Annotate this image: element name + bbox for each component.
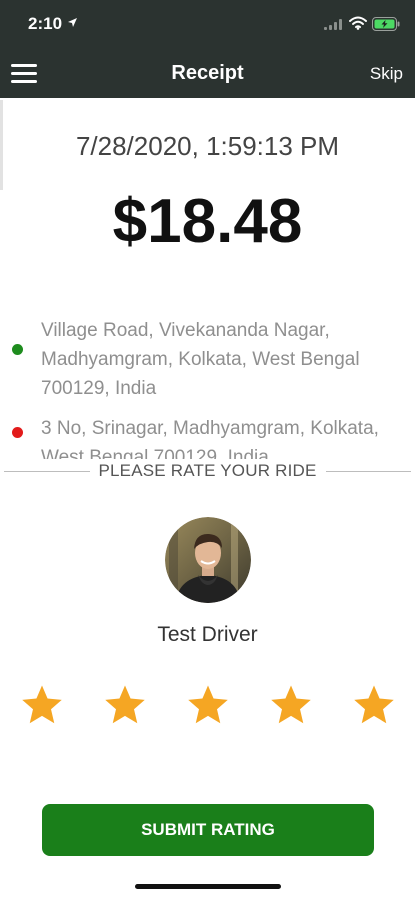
star-icon[interactable] [102,682,148,728]
rate-ride-divider: PLEASE RATE YOUR RIDE [0,459,415,485]
battery-charging-icon [372,17,400,31]
star-icon[interactable] [351,682,397,728]
driver-name: Test Driver [157,623,258,646]
star-icon[interactable] [268,682,314,728]
pickup-address: Village Road, Vivekananda Nagar, Madhyam… [41,320,360,399]
home-indicator [135,884,281,889]
skip-button[interactable]: Skip [370,64,403,84]
star-rating [0,682,415,732]
cellular-signal-icon [324,19,342,30]
star-icon[interactable] [185,682,231,728]
wifi-icon [349,16,367,30]
trip-datetime: 7/28/2020, 1:59:13 PM [75,131,340,161]
driver-avatar [165,517,251,603]
star-icon[interactable] [19,682,65,728]
receipt-screen: 2:10 Receipt Skip 7/28/2020, 1:59:13 PM … [0,0,415,900]
dropoff-dot-icon [12,427,23,438]
submit-rating-button[interactable]: SUBMIT RATING [42,804,374,856]
location-arrow-icon [68,18,77,27]
trip-amount: $18.48 [112,187,303,256]
app-header: 2:10 Receipt Skip [0,0,415,98]
dropoff-address: 3 No, Srinagar, Madhyamgram, Kolkata, We… [41,418,379,462]
rate-ride-prompt: PLEASE RATE YOUR RIDE [98,461,317,480]
trip-addresses: Village Road, Vivekananda Nagar, Madhyam… [0,316,415,462]
status-time: 2:10 [28,14,63,33]
pickup-dot-icon [12,344,23,355]
page-title: Receipt [171,62,244,84]
